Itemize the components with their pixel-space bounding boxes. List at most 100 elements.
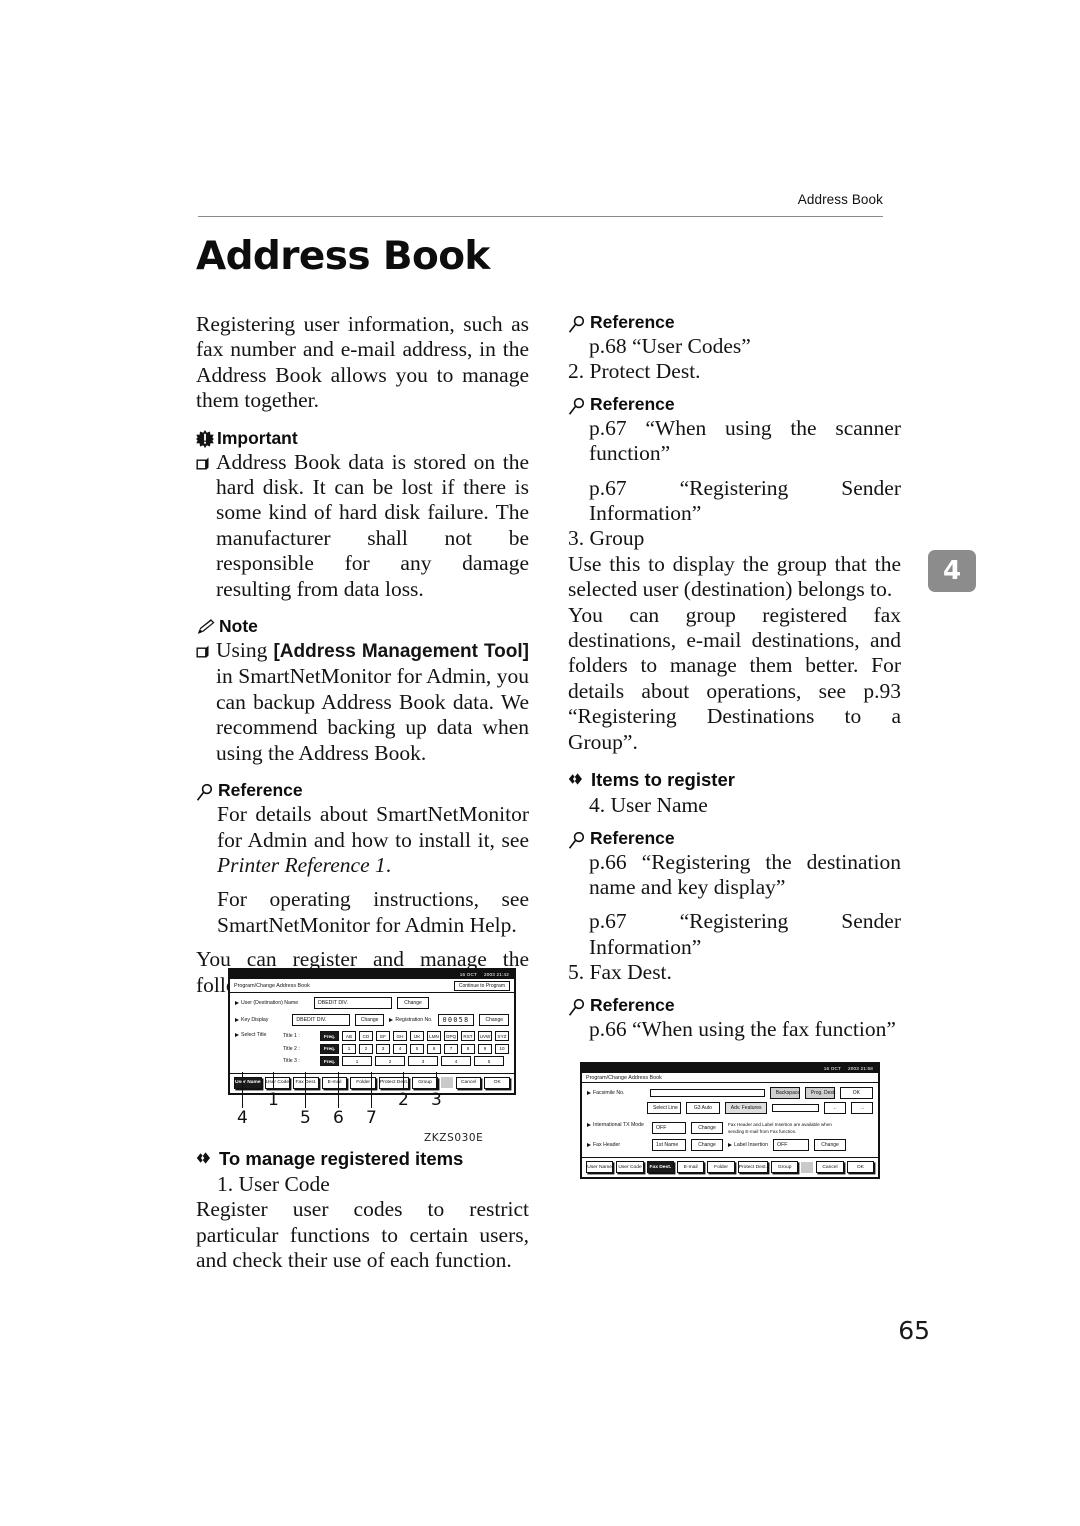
title-2-key[interactable]: 6 — [427, 1043, 441, 1054]
label-insertion-change-button[interactable]: Change — [814, 1139, 847, 1152]
title-3-key[interactable]: 1 — [342, 1056, 372, 1066]
title-1-key[interactable]: EF — [376, 1031, 390, 1041]
intl-tx-mode-value[interactable]: OFF — [652, 1122, 686, 1134]
tab-fax-dest[interactable]: Fax Dest. — [646, 1161, 675, 1174]
tab-group[interactable]: Group — [412, 1076, 438, 1089]
title-3-freq-key[interactable]: Freq. — [320, 1056, 339, 1066]
cancel-button[interactable]: Cancel — [816, 1161, 844, 1174]
title-1-key[interactable]: LMN — [427, 1031, 441, 1041]
title-2-key[interactable]: 8 — [461, 1043, 475, 1054]
select-title-label: Select Title — [235, 1031, 278, 1038]
continue-to-program-button[interactable]: Continue to Program — [453, 981, 510, 991]
lcd-tab-bar-2: User Name User Code Fax Dest. E-mail Fol… — [582, 1157, 878, 1177]
arrow-right-icon — [587, 1143, 591, 1148]
intl-tx-mode-row: International TX Mode OFF Change Fax Hea… — [587, 1122, 873, 1135]
title-1-key[interactable]: GH — [393, 1031, 407, 1041]
title-3-key[interactable]: 4 — [441, 1056, 471, 1066]
title-1-key[interactable]: XYZ — [495, 1031, 509, 1041]
document-page: Address Book Address Book 4 Registering … — [0, 0, 1080, 1526]
title-3-key[interactable]: 2 — [375, 1056, 405, 1066]
fax-header-row: Fax Header 1st Name Change Label Inserti… — [587, 1139, 873, 1152]
arrow-right-icon — [235, 1018, 239, 1022]
title-2-key[interactable]: 3 — [376, 1043, 390, 1054]
ok-button-top[interactable]: OK — [839, 1087, 873, 1099]
left-column-lower: To manage registered items 1. User Code … — [196, 1148, 529, 1274]
label-insertion-value[interactable]: OFF — [773, 1139, 810, 1152]
reference-magnifier-icon — [568, 998, 587, 1017]
title-2-row: Title 2 : Freq. 1 2 3 4 5 6 7 8 9 10 — [283, 1043, 509, 1054]
leader-line-3 — [436, 1072, 438, 1090]
title-2-key[interactable]: 1 — [342, 1043, 356, 1054]
tab-email[interactable]: E-mail — [677, 1161, 705, 1174]
fax-header-change-button[interactable]: Change — [691, 1139, 723, 1152]
tab-protect-dest[interactable]: Protect Dest. — [378, 1076, 410, 1089]
tab-user-code[interactable]: User Code — [264, 1076, 291, 1089]
right-column: Reference p.68 “User Codes” 2. Protect D… — [568, 312, 901, 1042]
title-2-key[interactable]: 9 — [478, 1043, 492, 1054]
title-1-freq-key[interactable]: Freq. — [320, 1031, 339, 1041]
title-1-row: Title 1 : Freq. AB CD EF GH IJK LMN OPQ … — [283, 1031, 509, 1041]
title-1-key[interactable]: RST — [461, 1031, 475, 1041]
note-heading: Note — [196, 616, 529, 637]
reference-heading-r3: Reference — [568, 828, 901, 849]
user-name-label: User (Destination) Name — [235, 1000, 309, 1006]
title-1-key[interactable]: IJK — [410, 1031, 424, 1041]
fax-header-label-text: Fax Header — [593, 1142, 621, 1149]
select-title-label-text: Select Title — [241, 1032, 267, 1038]
tab-protect-dest[interactable]: Protect Dest. — [737, 1161, 768, 1174]
lcd-body-2: Facsimile No. Backspace Prog. Dest. OK S… — [582, 1083, 878, 1155]
fax-header-value[interactable]: 1st Name — [652, 1139, 686, 1152]
facsimile-no-field[interactable] — [650, 1089, 765, 1097]
reference-magnifier-icon — [568, 831, 587, 850]
header-rule — [198, 216, 883, 217]
title-2-key[interactable]: 5 — [410, 1043, 424, 1054]
title-2-key[interactable]: 4 — [393, 1043, 407, 1054]
registration-no-label-text: Registration No. — [395, 1017, 433, 1023]
title-3-key[interactable]: 3 — [408, 1056, 438, 1066]
tab-email[interactable]: E-mail — [321, 1076, 348, 1089]
tab-group[interactable]: Group — [771, 1161, 799, 1174]
fax-header-label: Fax Header — [587, 1142, 647, 1148]
callout-number-4: 4 — [237, 1108, 248, 1128]
title-1-key[interactable]: UVW — [478, 1031, 492, 1041]
reference-para-2: For operating instructions, see SmartNet… — [217, 887, 529, 937]
select-title-block: Select Title Title 1 : Freq. AB CD EF GH… — [235, 1031, 509, 1069]
cancel-button[interactable]: Cancel — [455, 1076, 482, 1089]
user-name-change-button[interactable]: Change — [397, 997, 429, 1009]
cursor-left-button[interactable]: ← — [824, 1102, 847, 1114]
adv-features-button[interactable]: Adv. Features — [724, 1102, 767, 1114]
reference-magnifier-icon — [568, 315, 587, 334]
title-2-key[interactable]: 7 — [444, 1043, 458, 1054]
reference-para-1: For details about SmartNetMonitor for Ad… — [217, 802, 529, 878]
select-line-button[interactable]: Select Line — [647, 1102, 681, 1114]
prog-dest-button[interactable]: Prog. Dest. — [804, 1087, 836, 1099]
g3-auto-button[interactable]: G3 Auto — [686, 1102, 720, 1114]
user-name-field[interactable]: DBEDIT DIV. — [314, 997, 392, 1009]
tab-user-code[interactable]: User Code — [616, 1161, 644, 1174]
key-display-field[interactable]: DBEDIT DIV. — [292, 1014, 350, 1026]
reference-r3-line-2: p.67 “Registering Sender Information” — [589, 909, 901, 959]
backspace-button[interactable]: Backspace — [769, 1087, 800, 1099]
tab-folder[interactable]: Folder — [707, 1161, 735, 1174]
tab-user-name[interactable]: User Name — [234, 1076, 262, 1089]
title-2-key[interactable]: 2 — [359, 1043, 373, 1054]
running-header: Address Book — [797, 192, 883, 207]
title-1-key[interactable]: OPQ — [444, 1031, 458, 1041]
registration-change-button[interactable]: Change — [479, 1014, 509, 1026]
reference-magnifier-icon — [568, 397, 587, 416]
line-value-field[interactable] — [771, 1104, 820, 1112]
reference-heading-r4: Reference — [568, 995, 901, 1016]
ok-button[interactable]: OK — [846, 1161, 875, 1174]
title-2-freq-key[interactable]: Freq. — [320, 1043, 339, 1054]
ok-button[interactable]: OK — [484, 1076, 510, 1089]
key-display-change-button[interactable]: Change — [354, 1014, 385, 1026]
tab-user-name[interactable]: User Name — [586, 1161, 614, 1174]
callout-number-6: 6 — [333, 1108, 344, 1128]
intl-tx-mode-change-button[interactable]: Change — [691, 1122, 723, 1134]
leader-line-2 — [403, 1072, 405, 1090]
title-2-key[interactable]: 10 — [495, 1043, 509, 1054]
title-1-key[interactable]: AB — [342, 1031, 356, 1041]
cursor-right-button[interactable]: → — [851, 1102, 873, 1114]
title-1-key[interactable]: CD — [359, 1031, 373, 1041]
title-3-key[interactable]: 5 — [474, 1056, 504, 1066]
